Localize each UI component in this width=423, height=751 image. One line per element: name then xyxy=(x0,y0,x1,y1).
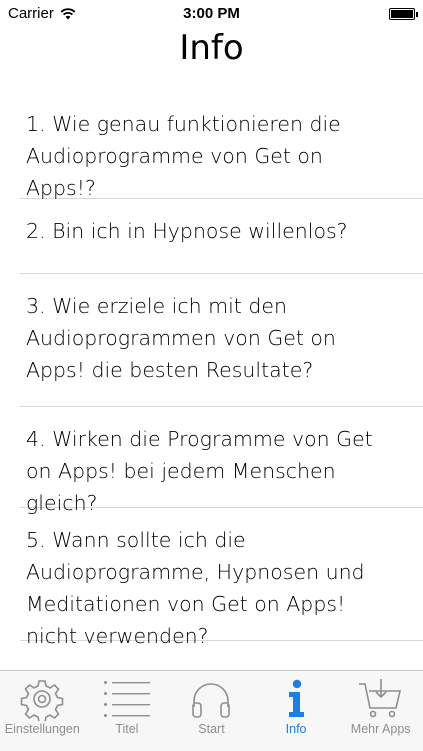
faq-item-5[interactable]: 5. Wann sollte ich die Audioprogramme, H… xyxy=(20,508,423,648)
tab-einstellungen[interactable]: Einstellungen xyxy=(0,671,85,751)
tab-titel[interactable]: Titel xyxy=(85,671,170,751)
status-bar: Carrier 3:00 PM xyxy=(0,0,423,28)
tab-start[interactable]: Start xyxy=(169,671,254,751)
status-time: 3:00 PM xyxy=(183,5,240,22)
faq-item-3[interactable]: 3. Wie erziele ich mit den Audioprogramm… xyxy=(20,274,423,407)
battery-icon xyxy=(389,8,415,20)
tab-info[interactable]: Info xyxy=(254,671,339,751)
tab-label: Start xyxy=(198,722,225,736)
headphones-icon xyxy=(192,683,231,718)
list-icon xyxy=(103,681,150,717)
faq-item-label: 1. Wie genau funktionieren die Audioprog… xyxy=(26,112,341,200)
faq-item-label: 3. Wie erziele ich mit den Audioprogramm… xyxy=(26,294,336,382)
tab-bar: Einstellungen Titel Start Info Mehr Apps xyxy=(0,670,423,751)
tab-mehr-apps[interactable]: Mehr Apps xyxy=(338,671,423,751)
faq-item-2[interactable]: 2. Bin ich in Hypnose willenlos? xyxy=(20,199,423,274)
tab-label: Info xyxy=(285,722,307,736)
faq-item-1[interactable]: 1. Wie genau funktionieren die Audioprog… xyxy=(20,92,423,200)
tab-label: Einstellungen xyxy=(4,722,80,736)
faq-item-label: 2. Bin ich in Hypnose willenlos? xyxy=(26,219,348,243)
cart-icon xyxy=(358,679,401,718)
battery-tip xyxy=(416,12,418,17)
faq-item-label: 5. Wann sollte ich die Audioprogramme, H… xyxy=(26,528,365,648)
tab-label: Mehr Apps xyxy=(350,722,411,736)
battery-fill xyxy=(391,10,413,18)
faq-item-4[interactable]: 4. Wirken die Programme von Get on Apps!… xyxy=(20,407,423,515)
tab-label: Titel xyxy=(115,722,139,736)
info-icon xyxy=(289,679,305,717)
page-title: Info xyxy=(179,28,244,68)
gear-icon xyxy=(20,680,64,721)
faq-list[interactable]: 1. Wie genau funktionieren die Audioprog… xyxy=(0,92,423,670)
faq-item-label: 4. Wirken die Programme von Get on Apps!… xyxy=(26,427,373,515)
